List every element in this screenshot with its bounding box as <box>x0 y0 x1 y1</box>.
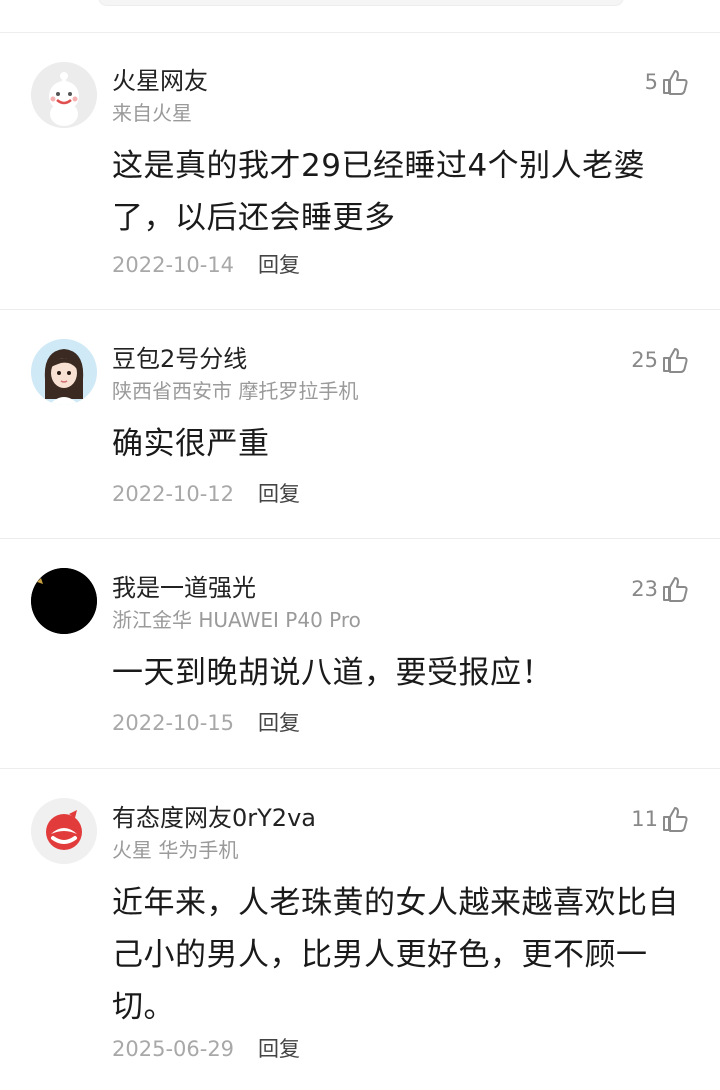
comment-date: 2025-06-29 <box>112 1037 235 1061</box>
like-count: 25 <box>631 348 658 372</box>
mars-mascot-avatar[interactable] <box>31 62 97 128</box>
divider <box>0 538 720 539</box>
search-box-remnant[interactable] <box>98 0 624 6</box>
comment-date: 2022-10-12 <box>112 482 235 506</box>
thumbs-up-icon <box>663 807 688 832</box>
comment-source: 陕西省西安市 摩托罗拉手机 <box>112 379 359 403</box>
comment-content: 一天到晚胡说八道，要受报应！ <box>112 655 553 691</box>
reply-button[interactable]: 回复 <box>258 481 300 507</box>
like-count: 23 <box>631 577 658 601</box>
comment-username[interactable]: 我是一道强光 <box>112 573 256 603</box>
comment-date: 2022-10-14 <box>112 253 235 277</box>
like-count: 11 <box>631 807 658 831</box>
like-count: 5 <box>644 70 658 94</box>
like-button[interactable]: 11 <box>631 804 690 834</box>
comment-username[interactable]: 豆包2号分线 <box>112 344 247 374</box>
thumbs-up-icon <box>663 577 688 602</box>
comment-date: 2022-10-15 <box>112 711 235 735</box>
comment-source: 火星 华为手机 <box>112 838 239 862</box>
top-bar <box>0 0 720 33</box>
divider <box>0 309 720 310</box>
divider <box>0 768 720 769</box>
black-avatar[interactable] <box>31 568 97 634</box>
comment-content: 近年来，人老珠黄的女人越来越喜欢比自己小的男人，比男人更好色，更不顾一切。 <box>112 885 679 1025</box>
comment-source: 来自火星 <box>112 101 192 125</box>
like-button[interactable]: 25 <box>631 345 690 375</box>
cartoon-girl-avatar[interactable] <box>31 339 97 405</box>
comment-content: 这是真的我才29已经睡过4个别人老婆了，以后还会睡更多 <box>112 148 646 236</box>
reply-button[interactable]: 回复 <box>258 252 300 278</box>
like-button[interactable]: 23 <box>631 574 690 604</box>
comment-username[interactable]: 有态度网友0rY2va <box>112 803 316 833</box>
comment-username[interactable]: 火星网友 <box>112 66 208 96</box>
comment-source: 浙江金华 HUAWEI P40 Pro <box>112 608 361 632</box>
reply-button[interactable]: 回复 <box>258 1036 300 1062</box>
comment-content: 确实很严重 <box>112 426 270 462</box>
netease-logo-avatar[interactable] <box>31 798 97 864</box>
like-button[interactable]: 5 <box>645 67 690 97</box>
thumbs-up-icon <box>663 70 688 95</box>
thumbs-up-icon <box>663 348 688 373</box>
reply-button[interactable]: 回复 <box>258 710 300 736</box>
